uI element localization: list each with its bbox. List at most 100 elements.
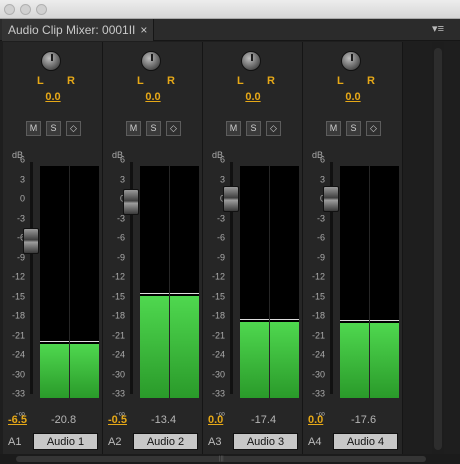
zoom-window-icon[interactable] <box>36 4 47 15</box>
level-meter <box>240 166 269 398</box>
level-meter <box>270 166 299 398</box>
volume-value[interactable]: -6.5 <box>8 414 27 426</box>
db-tick-label: 3 <box>219 174 225 184</box>
db-tick-label: -24 <box>211 349 225 360</box>
channel-strip: L R 0.0 M S ◇ dB 630-3-6-9-12-15-18-21-2… <box>303 42 403 454</box>
db-tick-label: -9 <box>216 252 225 262</box>
db-tick-label: -3 <box>16 213 25 223</box>
volume-value[interactable]: 0.0 <box>308 414 323 426</box>
pan-value[interactable]: 0.0 <box>33 91 73 103</box>
channel-strip: L R 0.0 M S ◇ dB 630-3-6-9-12-15-18-21-2… <box>203 42 303 454</box>
meter-fill <box>340 323 369 398</box>
write-keyframes-button[interactable]: ◇ <box>66 121 81 136</box>
db-tick-label: -12 <box>211 271 225 282</box>
mute-button[interactable]: M <box>126 121 141 136</box>
peak-value: -17.6 <box>351 414 377 426</box>
db-tick-label: -3 <box>216 213 225 223</box>
meter-fill <box>140 296 169 398</box>
clip-name: Audio 3 <box>233 433 298 450</box>
db-tick-label: -6 <box>216 232 225 243</box>
track-label: A1 <box>8 436 22 448</box>
minimize-window-icon[interactable] <box>20 4 31 15</box>
mute-button[interactable]: M <box>26 121 41 136</box>
peak-value: -13.4 <box>151 414 177 426</box>
panel-menu-icon[interactable]: ▾≡ <box>432 22 444 35</box>
db-tick-label: -3 <box>316 213 325 223</box>
tab-audio-clip-mixer[interactable]: Audio Clip Mixer: 0001II × <box>2 19 155 41</box>
solo-button[interactable]: S <box>46 121 61 136</box>
pan-value[interactable]: 0.0 <box>233 91 273 103</box>
solo-button[interactable]: S <box>246 121 261 136</box>
channel-strip: L R 0.0 M S ◇ dB 630-3-6-9-12-15-18-21-2… <box>103 42 203 454</box>
solo-button[interactable]: S <box>346 121 361 136</box>
volume-value[interactable]: 0.0 <box>208 414 223 426</box>
db-tick-label: -12 <box>111 271 125 282</box>
vertical-scroll-thumb[interactable] <box>434 48 442 450</box>
db-tick-label: -24 <box>311 349 325 360</box>
track-label: A4 <box>308 436 322 448</box>
mute-button[interactable]: M <box>326 121 341 136</box>
db-tick-label: -12 <box>311 271 325 282</box>
pan-left-label: L <box>237 75 244 87</box>
db-tick-label: -18 <box>211 310 225 321</box>
solo-button[interactable]: S <box>146 121 161 136</box>
db-tick-label: -6 <box>316 232 325 243</box>
mute-button[interactable]: M <box>226 121 241 136</box>
volume-fader[interactable] <box>23 228 39 255</box>
pan-knob[interactable] <box>341 51 361 71</box>
db-tick-label: -33 <box>311 388 325 399</box>
db-tick-label: 6 <box>319 154 325 165</box>
volume-value[interactable]: -0.5 <box>108 414 127 426</box>
level-meter <box>40 166 69 398</box>
volume-fader[interactable] <box>223 186 239 212</box>
pan-value[interactable]: 0.0 <box>333 91 373 103</box>
level-meter <box>70 166 99 398</box>
db-scale: 630-3-6-9-12-15-18-21-24-30-33-∞ <box>7 155 25 418</box>
db-tick-label: -6 <box>116 232 125 243</box>
peak-hold-line <box>270 319 299 321</box>
audio-clip-mixer: L R 0.0 M S ◇ dB 6 3 0 -3 -6 -9 -12 -15 -18 -21 -2… <box>3 42 403 454</box>
volume-fader[interactable] <box>323 186 339 212</box>
peak-hold-line <box>40 341 69 343</box>
volume-fader[interactable] <box>123 189 139 216</box>
db-tick-label: 6 <box>119 154 125 165</box>
pan-right-label: R <box>67 75 75 87</box>
meter-fill <box>70 344 99 398</box>
clip-name: Audio 4 <box>333 433 398 450</box>
peak-hold-line <box>370 320 399 322</box>
pan-knob[interactable] <box>241 51 261 71</box>
db-tick-label: 3 <box>119 174 125 184</box>
horizontal-scrollbar[interactable]: ||| <box>0 454 460 464</box>
close-tab-icon[interactable]: × <box>140 23 147 37</box>
clip-name: Audio 1 <box>33 433 98 450</box>
pan-knob[interactable] <box>141 51 161 71</box>
pan-right-label: R <box>267 75 275 87</box>
db-tick-label: -24 <box>111 349 125 360</box>
track-label: A2 <box>108 436 122 448</box>
meter-fill <box>40 344 69 398</box>
meter-fill <box>370 323 399 398</box>
write-keyframes-button[interactable]: ◇ <box>266 121 281 136</box>
meter-fill <box>170 296 199 398</box>
clip-name: Audio 2 <box>133 433 198 450</box>
pan-value[interactable]: 0.0 <box>133 91 173 103</box>
db-tick-label: -24 <box>11 349 25 360</box>
write-keyframes-button[interactable]: ◇ <box>366 121 381 136</box>
peak-hold-line <box>140 293 169 295</box>
vertical-scrollbar[interactable] <box>432 42 444 454</box>
db-tick-label: -21 <box>11 330 25 340</box>
db-tick-label: -18 <box>311 310 325 321</box>
db-tick-label: -21 <box>211 330 225 340</box>
db-tick-label: -30 <box>111 369 125 379</box>
db-tick-label: -12 <box>11 271 25 282</box>
fader-track[interactable] <box>30 162 33 394</box>
channel-strip: L R 0.0 M S ◇ dB 630-3-6-9-12-15-18-21-2… <box>3 42 103 454</box>
db-tick-label: -18 <box>11 310 25 321</box>
db-tick-label: 6 <box>219 154 225 165</box>
db-tick-label: -18 <box>111 310 125 321</box>
peak-hold-line <box>170 293 199 295</box>
pan-knob[interactable] <box>41 51 61 71</box>
close-window-icon[interactable] <box>4 4 15 15</box>
write-keyframes-button[interactable]: ◇ <box>166 121 181 136</box>
meter-fill <box>240 322 269 398</box>
